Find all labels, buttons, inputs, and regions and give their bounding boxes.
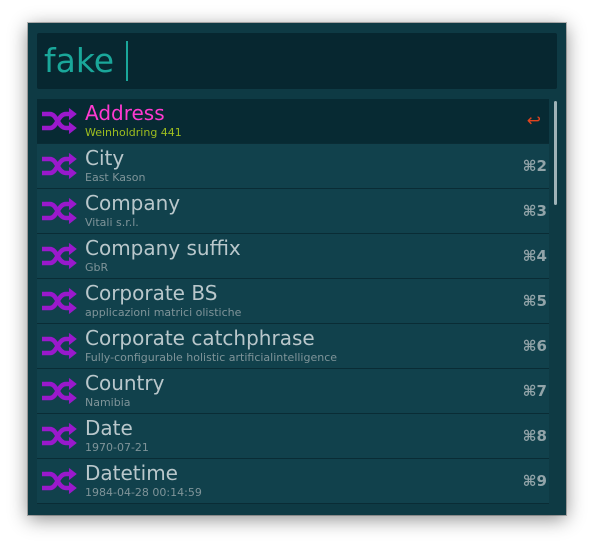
result-row[interactable]: Datetime 1984-04-28 00:14:59 ⌘9 (37, 459, 549, 504)
result-row[interactable]: Company Vitali s.r.l. ⌘3 (37, 189, 549, 234)
text-caret (126, 41, 129, 81)
result-title: Corporate catchphrase (85, 326, 315, 350)
return-key-icon: ↩ (526, 111, 541, 131)
result-title: Country (85, 371, 165, 395)
shuffle-icon (41, 332, 79, 360)
result-subtitle: Fully-configurable holistic artificialin… (85, 351, 338, 364)
shuffle-icon (41, 287, 79, 315)
search-field[interactable]: fake (37, 33, 557, 89)
result-subtitle: 1970-07-21 (85, 441, 149, 454)
result-shortcut: ⌘4 (522, 247, 547, 265)
result-title: Corporate BS (85, 281, 218, 305)
result-title: City (85, 146, 125, 170)
result-row[interactable]: Corporate catchphrase Fully-configurable… (37, 324, 549, 369)
result-title: Date (85, 416, 133, 440)
result-subtitle: Namibia (85, 396, 131, 409)
shuffle-icon (41, 377, 79, 405)
shuffle-icon (41, 467, 79, 495)
shuffle-icon (41, 422, 79, 450)
result-row[interactable]: Company suffix GbR ⌘4 (37, 234, 549, 279)
result-title: Company (85, 191, 181, 215)
result-row[interactable]: Corporate BS applicazioni matrici olisti… (37, 279, 549, 324)
result-row[interactable]: Date 1970-07-21 ⌘8 (37, 414, 549, 459)
scrollbar[interactable] (554, 101, 557, 205)
shuffle-icon (41, 107, 79, 135)
result-shortcut: ⌘5 (522, 292, 547, 310)
results-list: Address Weinholdring 441 ↩ City East Kas… (37, 99, 549, 515)
result-subtitle: East Kason (85, 171, 146, 184)
result-row[interactable]: Address Weinholdring 441 ↩ (37, 99, 549, 144)
result-row[interactable]: City East Kason ⌘2 (37, 144, 549, 189)
result-title: Datetime (85, 461, 178, 485)
result-subtitle: applicazioni matrici olistiche (85, 306, 242, 319)
result-row[interactable]: Country Namibia ⌘7 (37, 369, 549, 414)
result-shortcut: ⌘8 (522, 427, 547, 445)
shuffle-icon (41, 242, 79, 270)
search-query[interactable]: fake (44, 41, 114, 81)
shuffle-icon (41, 152, 79, 180)
result-subtitle: Weinholdring 441 (85, 126, 182, 139)
result-shortcut: ⌘2 (522, 157, 547, 175)
result-title: Address (85, 101, 165, 125)
launcher-window: fake Address Weinholdring 441 ↩ City Eas… (28, 23, 566, 515)
result-shortcut: ⌘9 (522, 472, 547, 490)
result-shortcut: ⌘3 (522, 202, 547, 220)
shuffle-icon (41, 197, 79, 225)
result-subtitle: Vitali s.r.l. (85, 216, 139, 229)
result-shortcut: ⌘6 (522, 337, 547, 355)
result-title: Company suffix (85, 236, 241, 260)
result-subtitle: GbR (85, 261, 109, 274)
result-shortcut: ⌘7 (522, 382, 547, 400)
result-subtitle: 1984-04-28 00:14:59 (85, 486, 202, 499)
